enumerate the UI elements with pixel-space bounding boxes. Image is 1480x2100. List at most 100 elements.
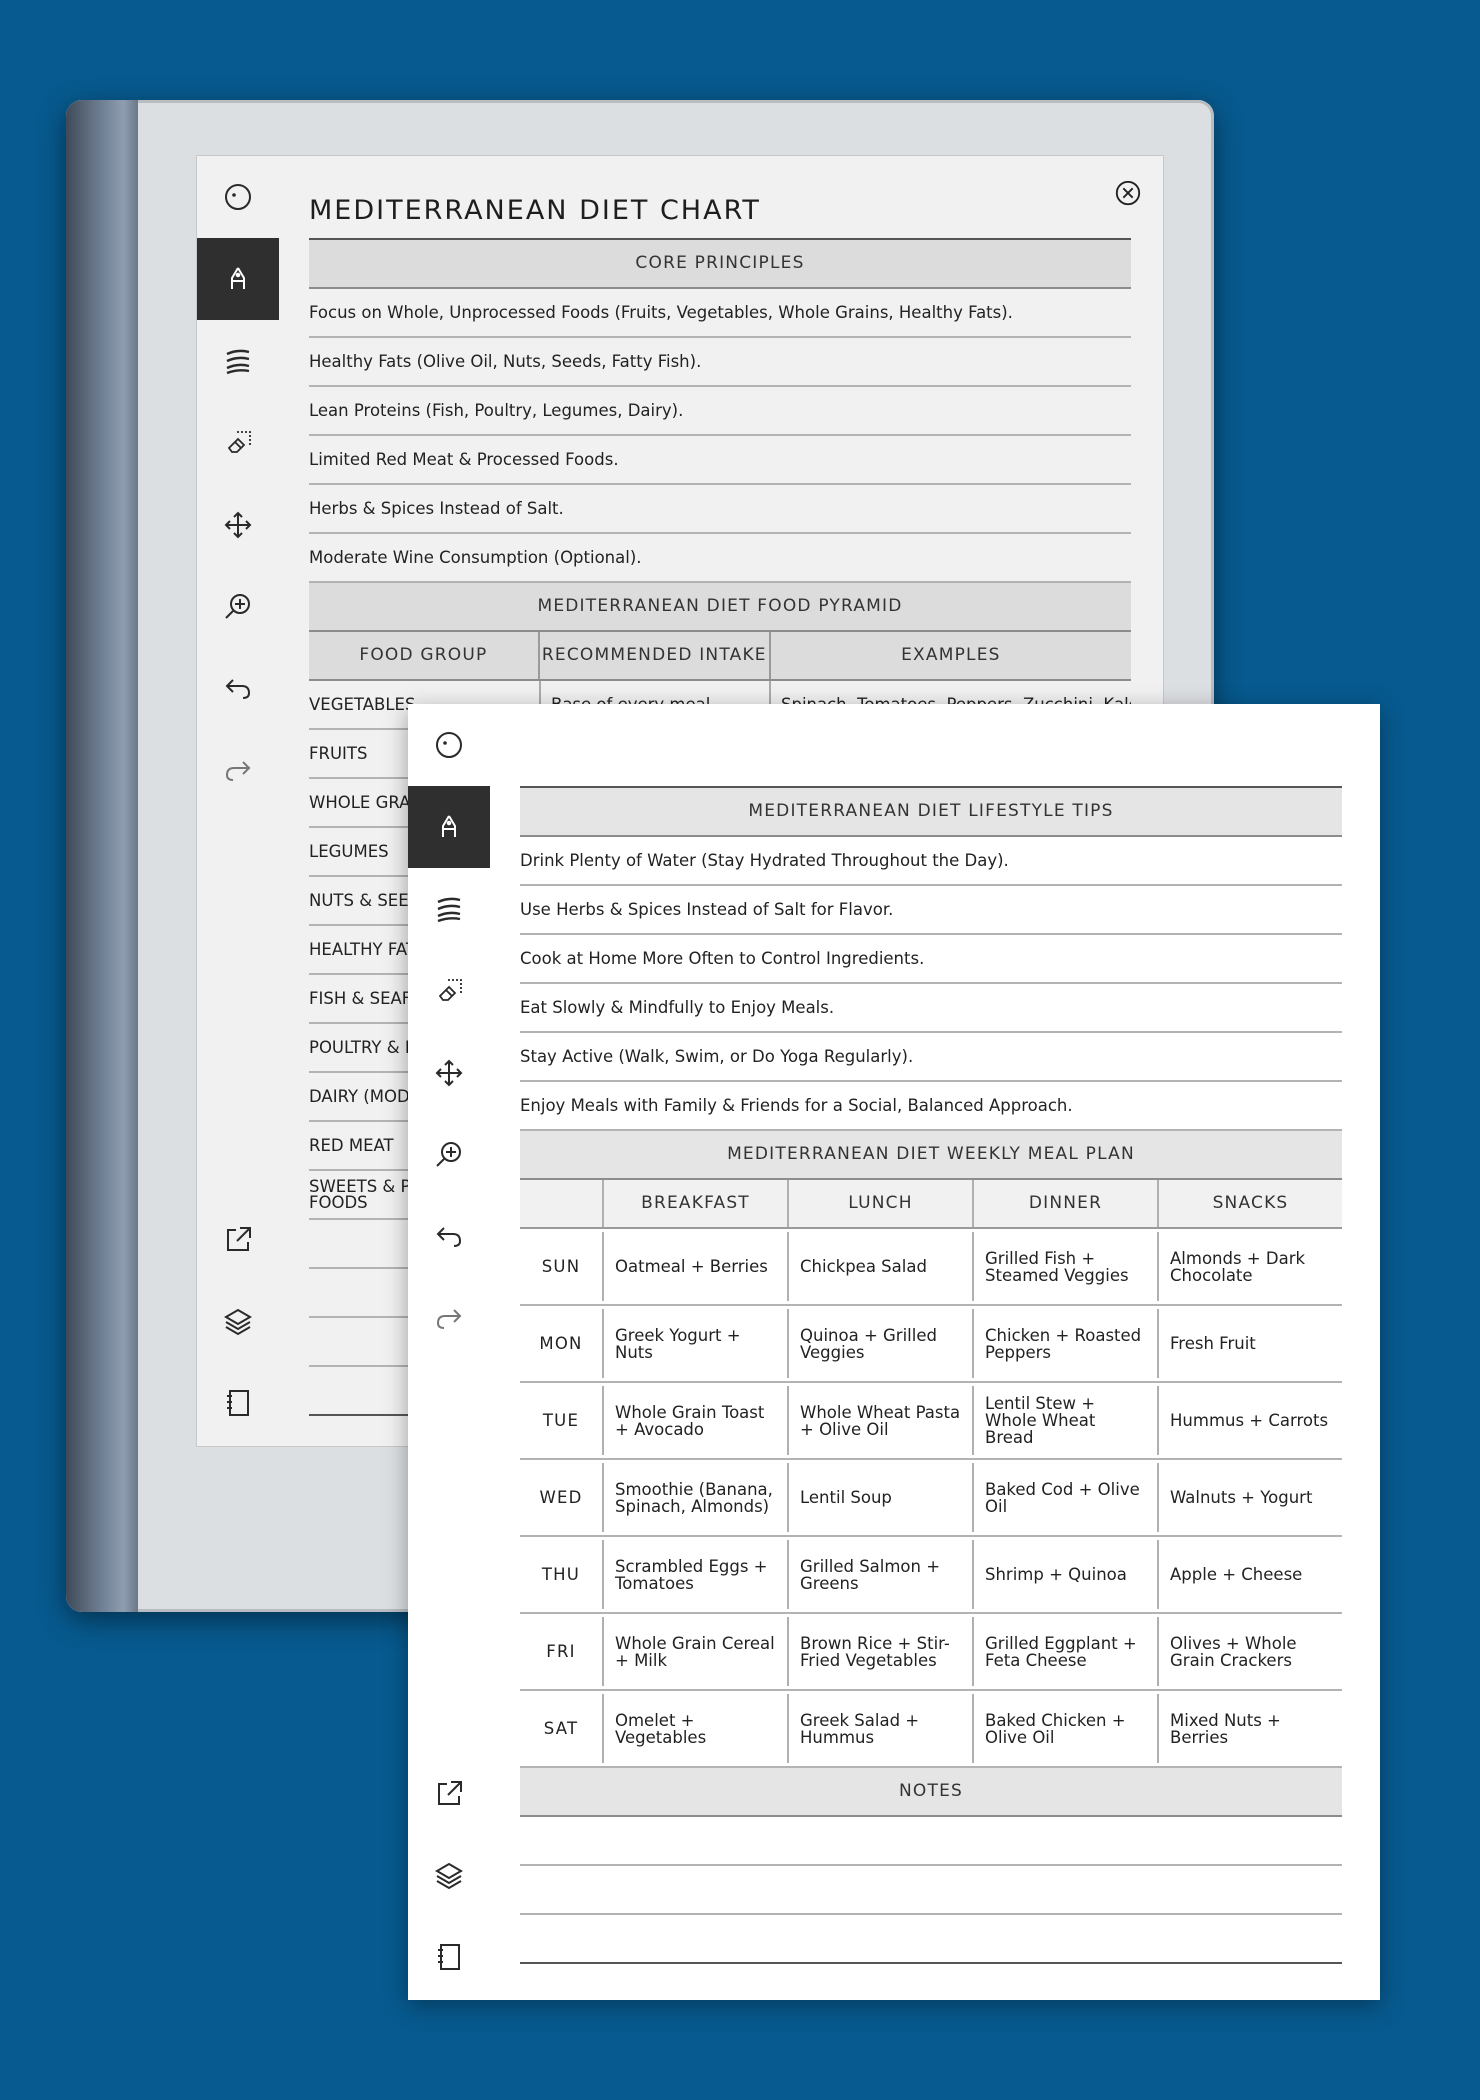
dinner-cell[interactable]: Shrimp + Quinoa	[972, 1540, 1157, 1609]
zoom-icon	[225, 594, 250, 619]
breakfast-cell[interactable]: Whole Grain Toast + Avocado	[602, 1386, 787, 1455]
menu-button[interactable]	[197, 156, 279, 238]
lunch-cell[interactable]: Chickpea Salad	[787, 1232, 972, 1301]
lunch-cell[interactable]: Grilled Salmon + Greens	[787, 1540, 972, 1609]
export-button[interactable]	[408, 1752, 490, 1834]
principle-row: Lean Proteins (Fish, Poultry, Legumes, D…	[309, 387, 1131, 436]
eraser-icon	[438, 979, 462, 1001]
dinner-cell[interactable]: Chicken + Roasted Peppers	[972, 1309, 1157, 1378]
meal-row: MON Greek Yogurt + Nuts Quinoa + Grilled V…	[520, 1306, 1342, 1383]
meal-row: FRI Whole Grain Cereal + Milk Brown Rice +…	[520, 1614, 1342, 1691]
undo-icon	[436, 1227, 462, 1247]
snacks-cell[interactable]: Fresh Fruit	[1157, 1309, 1342, 1378]
redo-button[interactable]	[408, 1278, 490, 1360]
col-snacks: SNACKS	[1157, 1180, 1342, 1227]
menu-icon	[225, 184, 251, 210]
redo-button[interactable]	[197, 730, 279, 812]
redo-icon	[225, 761, 251, 781]
day-cell: MON	[539, 1334, 583, 1353]
zoom-button[interactable]	[408, 1114, 490, 1196]
undo-button[interactable]	[197, 648, 279, 730]
pen-tool-button[interactable]	[408, 786, 490, 868]
snacks-cell[interactable]: Walnuts + Yogurt	[1157, 1463, 1342, 1532]
notes-header: NOTES	[520, 1768, 1342, 1817]
dinner-cell[interactable]: Baked Chicken + Olive Oil	[972, 1694, 1157, 1763]
toolbar	[197, 156, 279, 1446]
toolbar	[408, 704, 490, 2000]
lunch-cell[interactable]: Quinoa + Grilled Veggies	[787, 1309, 972, 1378]
brush-tool-button[interactable]	[408, 868, 490, 950]
dinner-cell[interactable]: Grilled Fish + Steamed Veggies	[972, 1232, 1157, 1301]
undo-icon	[225, 679, 251, 699]
snacks-cell[interactable]: Mixed Nuts + Berries	[1157, 1694, 1342, 1763]
move-icon	[224, 511, 252, 539]
meal-columns: BREAKFAST LUNCH DINNER SNACKS	[520, 1180, 1342, 1229]
breakfast-cell[interactable]: Smoothie (Banana, Spinach, Almonds)	[602, 1463, 787, 1532]
lifestyle-tips-header: MEDITERRANEAN DIET LIFESTYLE TIPS	[520, 788, 1342, 837]
lunch-cell[interactable]: Brown Rice + Stir-Fried Vegetables	[787, 1617, 972, 1686]
breakfast-cell[interactable]: Greek Yogurt + Nuts	[602, 1309, 787, 1378]
day-cell: SAT	[543, 1719, 579, 1738]
day-cell: TUE	[542, 1411, 580, 1430]
breakfast-cell[interactable]: Oatmeal + Berries	[602, 1232, 787, 1301]
principle-row: Focus on Whole, Unprocessed Foods (Fruit…	[309, 289, 1131, 338]
notes-line[interactable]	[520, 1915, 1342, 1964]
snacks-cell[interactable]: Apple + Cheese	[1157, 1540, 1342, 1609]
pen-tool-button[interactable]	[197, 238, 279, 320]
lunch-cell[interactable]: Whole Wheat Pasta + Olive Oil	[787, 1386, 972, 1455]
notebook-button[interactable]	[408, 1916, 490, 1998]
breakfast-cell[interactable]: Omelet + Vegetables	[602, 1694, 787, 1763]
dinner-cell[interactable]: Grilled Eggplant + Feta Cheese	[972, 1617, 1157, 1686]
pen-icon	[442, 815, 456, 837]
layers-icon	[435, 1862, 463, 1890]
col-day	[520, 1180, 602, 1227]
layers-button[interactable]	[408, 1834, 490, 1916]
pyramid-header: MEDITERRANEAN DIET FOOD PYRAMID	[309, 583, 1131, 632]
col-lunch: LUNCH	[787, 1180, 972, 1227]
eraser-tool-button[interactable]	[408, 950, 490, 1032]
brush-tool-button[interactable]	[197, 320, 279, 402]
principle-row: Healthy Fats (Olive Oil, Nuts, Seeds, Fa…	[309, 338, 1131, 387]
snacks-cell[interactable]: Olives + Whole Grain Crackers	[1157, 1617, 1342, 1686]
snacks-cell[interactable]: Hummus + Carrots	[1157, 1386, 1342, 1455]
tip-row: Enjoy Meals with Family & Friends for a …	[520, 1082, 1342, 1131]
lunch-cell[interactable]: Greek Salad + Hummus	[787, 1694, 972, 1763]
meal-rows: SUN Oatmeal + Berries Chickpea Salad Grille…	[520, 1229, 1342, 1768]
day-cell: THU	[541, 1565, 581, 1584]
snacks-cell[interactable]: Almonds + Dark Chocolate	[1157, 1232, 1342, 1301]
move-tool-button[interactable]	[197, 484, 279, 566]
undo-button[interactable]	[408, 1196, 490, 1278]
move-icon	[435, 1059, 463, 1087]
zoom-icon	[436, 1142, 461, 1167]
dinner-cell[interactable]: Baked Cod + Olive Oil	[972, 1463, 1157, 1532]
notes-line[interactable]	[520, 1866, 1342, 1915]
breakfast-cell[interactable]: Whole Grain Cereal + Milk	[602, 1617, 787, 1686]
col-breakfast: BREAKFAST	[602, 1180, 787, 1227]
meal-row: SUN Oatmeal + Berries Chickpea Salad Grille…	[520, 1229, 1342, 1306]
eraser-tool-button[interactable]	[197, 402, 279, 484]
meal-row: SAT Omelet + Vegetables Greek Salad + Humm…	[520, 1691, 1342, 1768]
col-food-group: FOOD GROUP	[309, 632, 540, 679]
notebook-icon	[227, 1390, 249, 1416]
layers-button[interactable]	[197, 1280, 279, 1362]
principle-row: Limited Red Meat & Processed Foods.	[309, 436, 1131, 485]
lunch-cell[interactable]: Lentil Soup	[787, 1463, 972, 1532]
dinner-cell[interactable]: Lentil Stew + Whole Wheat Bread	[972, 1386, 1157, 1455]
move-tool-button[interactable]	[408, 1032, 490, 1114]
tip-row: Use Herbs & Spices Instead of Salt for F…	[520, 886, 1342, 935]
meal-row: TUE Whole Grain Toast + Avocado Whole Whea…	[520, 1383, 1342, 1460]
zoom-button[interactable]	[197, 566, 279, 648]
pyramid-columns: FOOD GROUP RECOMMENDED INTAKE EXAMPLES	[309, 632, 1131, 681]
notes-line[interactable]	[520, 1817, 1342, 1866]
principle-row: Moderate Wine Consumption (Optional).	[309, 534, 1131, 583]
col-examples: EXAMPLES	[901, 645, 1001, 665]
core-principles-header: CORE PRINCIPLES	[309, 240, 1131, 289]
export-button[interactable]	[197, 1198, 279, 1280]
tip-row: Stay Active (Walk, Swim, or Do Yoga Regu…	[520, 1033, 1342, 1082]
breakfast-cell[interactable]: Scrambled Eggs + Tomatoes	[602, 1540, 787, 1609]
menu-button[interactable]	[408, 704, 490, 786]
export-icon	[438, 1781, 462, 1805]
day-cell: WED	[539, 1488, 583, 1507]
eraser-icon	[227, 431, 251, 453]
notebook-button[interactable]	[197, 1362, 279, 1444]
